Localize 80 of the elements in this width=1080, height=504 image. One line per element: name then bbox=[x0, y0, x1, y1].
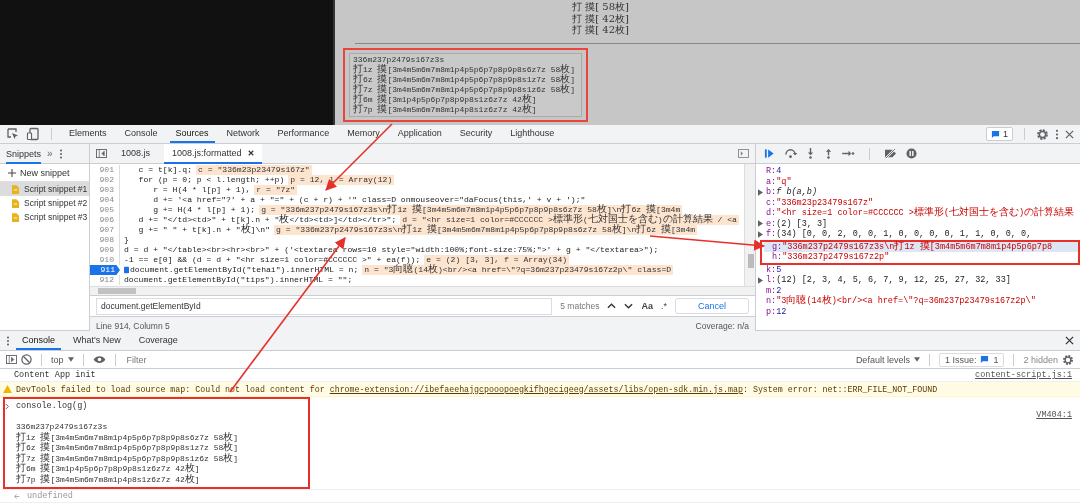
line-number[interactable]: 907 bbox=[90, 225, 120, 235]
panel-tab[interactable]: Memory bbox=[341, 125, 386, 143]
panel-tab[interactable]: Lighthouse bbox=[504, 125, 561, 143]
scope-variable[interactable]: e:(2) [3, 3] bbox=[758, 218, 1080, 229]
result-line: 打 摸[ 42枚] bbox=[572, 24, 629, 36]
code-line: r = H(4 * l[p] + 1), bbox=[152, 185, 251, 195]
cursor-position: Line 914, Column 5 bbox=[96, 320, 170, 331]
scope-variable[interactable]: n:"3向聴(14枚)<br/><a href=\"?q=36m237p23479s167z2p\" bbox=[758, 296, 1080, 307]
inline-value: n = "3向聴(14枚)<br/><a href=\"?q=36m237p23479s167z2p\" class=D bbox=[362, 265, 674, 275]
console-output: 336m237p2479s167z3s 打1z 摸[3m4m5m6m7m8m1p4p5p6p7p8p9p8s6z7z 58枚] 打6z 摸[3m4m5m6m7m8m1p4p5p6p7p8p9p8s1z7z 58枚] 打7z 摸[3m4m5m6m7m8m1p4p5p6p7p8p9p8s1z6z 58枚] 打6m 摸[3m1p4p5p6p7p8p9p8s1z6z7z 42枚] 打7p 摸[3m4m5m6m7m8m1p4p8s1z6z7z 42枚] bbox=[15, 422, 239, 485]
code-line: g += H(4 * l[p] + 1); bbox=[152, 205, 256, 215]
drawer-tab[interactable]: Coverage bbox=[132, 331, 184, 350]
panel-tab[interactable]: Console bbox=[118, 125, 164, 143]
snippet-item[interactable]: Script snippet #1 bbox=[0, 182, 89, 196]
scope-variable[interactable]: l:(12) [2, 3, 4, 5, 6, 7, 9, 12, 25, 27, 32, 33] bbox=[758, 275, 1080, 286]
console-message: Content App init bbox=[14, 370, 96, 380]
context-dropdown[interactable]: top bbox=[51, 354, 74, 365]
regex-button[interactable]: .* bbox=[660, 301, 667, 311]
panel-tab[interactable]: Performance bbox=[271, 125, 336, 143]
issues-badge[interactable]: 1 bbox=[986, 127, 1013, 141]
line-number[interactable]: 905 bbox=[90, 205, 120, 215]
panel-tab[interactable]: Application bbox=[391, 125, 448, 143]
line-number[interactable]: 906 bbox=[90, 215, 120, 225]
text-area[interactable]: 336m237p2479s167z3s 打1z 摸[3m4m5m6m7m8m1p4p5p6p7p8p9p8s6z7z 58枚] 打6z 摸[3m4m5m6m7m8m1p4p5p6p7p8p9p8s1z7z 58枚] 打7z 摸[3m4m5m6m7m8m1p4p5p6p7p8p9p8s1z6z 58枚] 打6m 摸[3m1p4p5p6p7p8p9p8s1z6z7z 42枚] 打7p 摸[3m4m5m6m7m8m1p4p8s1z6z7z 42枚] bbox=[349, 52, 583, 117]
source-map-link[interactable]: chrome-extension://ibefaeehajgcpooopoegkifhgecigeeg/assets/libs/open-sdk.min.js.map bbox=[329, 384, 743, 394]
source-link[interactable]: VM404:1 bbox=[1036, 410, 1072, 420]
line-number[interactable]: 911 bbox=[90, 265, 120, 275]
code-line: for (p = 0; p < l.length; ++p) bbox=[137, 175, 285, 185]
scope-variable[interactable]: R:4 bbox=[758, 166, 1080, 177]
result-line: 打 摸[ 58枚] bbox=[572, 1, 629, 13]
panel-tab[interactable]: Security bbox=[453, 125, 499, 143]
snippet-item[interactable]: Script snippet #2 bbox=[0, 196, 89, 210]
snippet-item[interactable]: Script snippet #3 bbox=[0, 210, 89, 224]
line-number[interactable]: 912 bbox=[90, 275, 120, 285]
file-tab[interactable]: 1008.js:formatted bbox=[164, 143, 262, 164]
panel-tab[interactable]: Elements bbox=[63, 125, 113, 143]
inline-value: g = "336m237p2479s167z3s\n打1z 摸[3m4m5m6m7m8m1p4p5p6p7p8p9p8s6z7z 58枚]\n打6z 摸[3m4m bbox=[259, 205, 683, 215]
match-count: 5 matches bbox=[560, 301, 600, 311]
line-number[interactable]: 909 bbox=[90, 245, 120, 255]
line-number[interactable]: 903 bbox=[90, 185, 120, 195]
drawer-tab[interactable]: Console bbox=[16, 331, 62, 350]
scope-variable[interactable]: h:"336m237p2479s167z2p" bbox=[764, 252, 1078, 263]
scope-variable[interactable]: k:5 bbox=[758, 264, 1080, 275]
snippets-tab[interactable]: Snippets bbox=[6, 143, 42, 164]
coverage-label: Coverage: n/a bbox=[695, 320, 749, 331]
levels-dropdown[interactable]: Default levels bbox=[855, 354, 920, 365]
scope-variable[interactable]: a:"q" bbox=[758, 176, 1080, 187]
line-number[interactable]: 908 bbox=[90, 235, 120, 245]
line-number[interactable]: 901 bbox=[90, 165, 120, 175]
line-number[interactable]: 902 bbox=[90, 175, 120, 185]
scope-variable[interactable]: m:2 bbox=[758, 285, 1080, 296]
scope-variable[interactable]: b:f b(a,b) bbox=[758, 187, 1080, 198]
line-number[interactable]: 904 bbox=[90, 195, 120, 205]
panel-tab[interactable]: Network bbox=[220, 125, 266, 143]
file-tab[interactable]: 1008.js bbox=[113, 143, 159, 164]
search-field[interactable]: document.getElementById bbox=[96, 297, 553, 315]
scope-variable[interactable]: d:"<hr size=1 color=#CCCCCC >標準形(七対国士を含む)の計算結果 bbox=[758, 208, 1080, 219]
cancel-button[interactable]: Cancel bbox=[675, 298, 749, 314]
code-line: c = t[k].q; bbox=[137, 165, 192, 175]
source-link[interactable]: content-script.js:1 bbox=[975, 370, 1072, 380]
more-tabs-button[interactable]: » bbox=[47, 148, 53, 159]
inline-value: p = 12, l = Array(12) bbox=[288, 175, 395, 185]
inline-value: d = "<hr size=1 color=#CCCCCC >標準形(七対国士を含む)の計算結果 / <a bbox=[400, 215, 739, 225]
inline-value: c = "336m23p23479s167z" bbox=[196, 165, 312, 175]
hidden-count: 2 hidden bbox=[1023, 354, 1058, 365]
result-line: 打 摸[ 42枚] bbox=[572, 12, 629, 24]
code-line: d += '<a href="?' + a + "=" + (c + r) + '" class=D onmouseover="daFocus(this,' + v + ');" bbox=[152, 195, 586, 204]
scope-variable[interactable]: f:(34) [0, 0, 2, 0, 0, 1, 0, 0, 0, 0, 1, 1, 0, 0, 0, bbox=[758, 229, 1080, 240]
scope-variable[interactable]: g:"336m237p2479s167z3s\n打1z 摸[3m4m5m6m7m8m1p4p5p6p7p8 bbox=[764, 241, 1078, 252]
issues-button[interactable]: 1 Issue: 1 bbox=[938, 352, 1005, 367]
code-line: } bbox=[124, 235, 129, 245]
match-case-button[interactable]: Aa bbox=[641, 301, 653, 311]
scope-variable[interactable]: p:12 bbox=[758, 306, 1080, 317]
drawer-tab[interactable]: What's New bbox=[67, 331, 127, 350]
command-text: console.log(g) bbox=[16, 401, 88, 411]
console-result: undefined bbox=[27, 491, 73, 501]
code-line: g += " " + t[k].n + "枚]\n" bbox=[137, 225, 270, 235]
code-line: d += "</td><td>" + t[k].n + "枚</td><td>]</td></tr>"; bbox=[137, 215, 397, 225]
inline-value: e = (2) [3, 3], f = Array(34) bbox=[424, 255, 570, 265]
inline-value: r = "7z" bbox=[254, 185, 298, 195]
